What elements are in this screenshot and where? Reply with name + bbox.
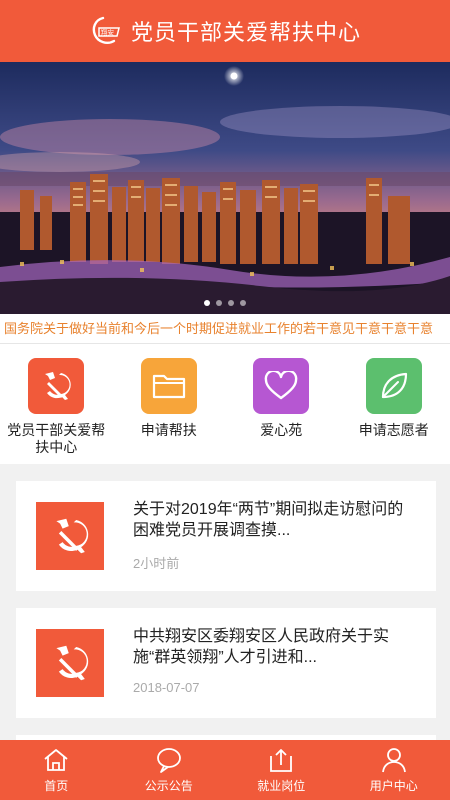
party-emblem-icon — [36, 629, 104, 697]
tab-label: 用户中心 — [369, 779, 418, 793]
bottom-tab-bar: 首页 公示公告 就业岗位 用户中心 — [0, 740, 450, 800]
quick-link-label: 申请帮扶 — [140, 422, 197, 438]
quick-links: 党员干部关爱帮扶中心 申请帮扶 爱心苑 申请志愿者 — [0, 344, 450, 464]
logo-icon: 翔安 — [92, 16, 120, 44]
quick-link-label: 爱心苑 — [260, 422, 303, 438]
quick-link-apply-help[interactable]: 申请帮扶 — [114, 358, 224, 464]
tab-label: 公示公告 — [144, 779, 193, 793]
notice-marquee[interactable]: 国务院关于做好当前和今后一个时期促进就业工作的若干意见干意干意干意 — [0, 314, 450, 344]
carousel-indicator[interactable] — [0, 300, 450, 306]
carousel-dot[interactable] — [228, 300, 234, 306]
carousel-dot[interactable] — [240, 300, 246, 306]
tab-jobs[interactable]: 就业岗位 — [225, 740, 338, 800]
page-title: 党员干部关爱帮扶中心 — [130, 20, 361, 45]
quick-link-love-garden[interactable]: 爱心苑 — [226, 358, 336, 464]
tab-label: 首页 — [44, 779, 69, 793]
tab-announcements[interactable]: 公示公告 — [113, 740, 226, 800]
banner-image — [0, 62, 450, 314]
news-time: 2小时前 — [133, 556, 180, 571]
quick-link-label: 党员干部关爱帮扶中心 — [7, 422, 106, 455]
tab-user-center[interactable]: 用户中心 — [338, 740, 450, 800]
heart-icon — [253, 358, 310, 414]
leaf-icon — [365, 358, 422, 414]
news-time: 2018-07-07 — [133, 680, 200, 695]
tab-home[interactable]: 首页 — [0, 740, 113, 800]
upload-icon — [270, 749, 293, 772]
news-title: 关于对2019年“两节”期间拟走访慰问的困难党员开展调查摸... — [133, 501, 404, 539]
svg-text:翔安: 翔安 — [101, 28, 115, 37]
tab-label: 就业岗位 — [257, 779, 306, 793]
party-emblem-icon — [36, 502, 104, 570]
chat-bubble-icon — [156, 748, 181, 773]
user-icon — [381, 748, 406, 773]
banner-carousel[interactable] — [0, 62, 450, 314]
party-emblem-icon — [28, 358, 85, 414]
notice-text: 国务院关于做好当前和今后一个时期促进就业工作的若干意见干意干意干意 — [4, 321, 434, 336]
news-card[interactable]: 中共翔安区委翔安区人民政府关于实施“群英领翔”人才引进和... 2018-07-… — [16, 608, 436, 718]
folder-icon — [140, 358, 197, 414]
home-icon — [44, 749, 68, 771]
carousel-dot[interactable] — [204, 300, 210, 306]
news-title: 中共翔安区委翔安区人民政府关于实施“群英领翔”人才引进和... — [133, 628, 390, 666]
carousel-dot[interactable] — [216, 300, 222, 306]
quick-link-label: 申请志愿者 — [358, 422, 429, 438]
quick-link-volunteer[interactable]: 申请志愿者 — [339, 358, 449, 464]
quick-link-care-center[interactable]: 党员干部关爱帮扶中心 — [1, 358, 111, 464]
app-header: 翔安 党员干部关爱帮扶中心 — [0, 0, 450, 62]
news-card[interactable]: 关于对2019年“两节”期间拟走访慰问的困难党员开展调查摸... 2小时前 — [16, 481, 436, 591]
